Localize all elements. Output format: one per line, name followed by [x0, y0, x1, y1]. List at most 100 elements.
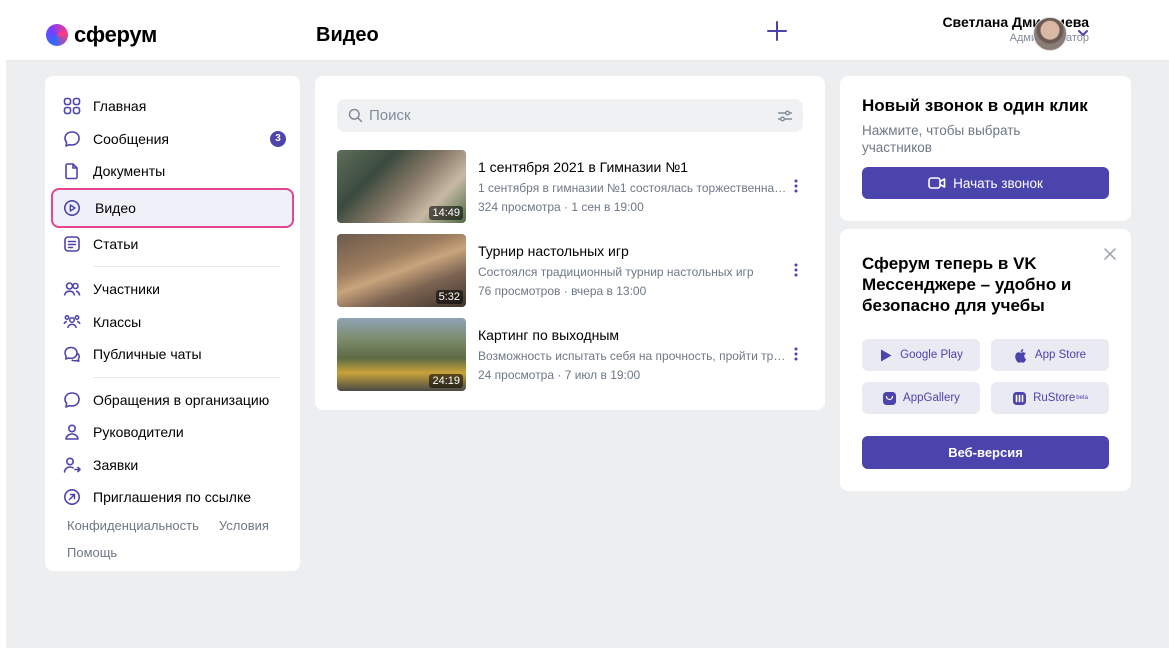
app-gallery-button[interactable]: AppGallery [862, 382, 980, 414]
sidebar-item-label: Главная [93, 98, 147, 115]
sidebar-item-label: Участники [93, 281, 160, 298]
arrow-circle-icon [64, 489, 80, 505]
sidebar-item-public-chats[interactable]: Публичные чаты [45, 338, 300, 371]
sidebar-item-video[interactable]: Видео [51, 187, 294, 228]
unread-badge: 3 [270, 130, 286, 147]
app-window: сферум Видео Светлана Дмитриева Админист… [6, 6, 1169, 648]
sidebar-item-label: Публичные чаты [93, 346, 202, 363]
sidebar-item-label: Видео [95, 199, 136, 216]
video-description: 1 сентября в гимназии №1 состоялась торж… [478, 181, 788, 195]
document-icon [65, 163, 78, 180]
sidebar-item-articles[interactable]: Статьи [45, 228, 300, 261]
sidebar-item-documents[interactable]: Документы [45, 155, 300, 188]
video-item[interactable]: 14:49 1 сентября 2021 в Гимназии №1 1 се… [337, 150, 803, 223]
avatar[interactable] [1033, 17, 1067, 51]
users-icon [63, 282, 81, 296]
web-version-button[interactable]: Веб-версия [862, 436, 1109, 469]
google-play-label: Google Play [900, 349, 963, 361]
app-store-button[interactable]: App Store [991, 339, 1109, 371]
sidebar-item-messages[interactable]: Сообщения 3 [45, 123, 300, 156]
article-icon [64, 235, 80, 252]
call-card-subtitle: Нажмите, чтобы выбрать участников [862, 123, 1021, 155]
more-vertical-icon[interactable] [793, 262, 799, 278]
app-gallery-label: AppGallery [903, 392, 960, 404]
search-icon [348, 108, 363, 123]
video-title[interactable]: Турнир настольных игр [478, 243, 629, 259]
grid-icon [63, 97, 81, 115]
new-call-card: Новый звонок в один клик Нажмите, чтобы … [840, 76, 1131, 221]
sidebar-item-label: Приглашения по ссылке [93, 489, 252, 506]
web-version-label: Веб-версия [948, 445, 1023, 460]
user-info[interactable]: Светлана Дмитриева Администратор [942, 14, 1089, 44]
video-camera-icon [928, 177, 946, 189]
video-thumbnail[interactable]: 14:49 [337, 150, 466, 223]
video-description: Возможность испытать себя на прочность, … [478, 349, 788, 363]
filter-icon[interactable] [777, 108, 793, 124]
help-link[interactable]: Помощь [67, 545, 117, 560]
sidebar-item-label: Документы [93, 163, 166, 180]
promo-title: Сферум теперь в VK Мессенджере – удобно … [862, 254, 1072, 315]
chevron-down-icon[interactable] [1076, 26, 1090, 40]
search-input[interactable] [369, 99, 769, 132]
app-gallery-icon [883, 391, 897, 405]
sidebar-item-invites[interactable]: Приглашения по ссылке [45, 481, 300, 514]
video-item[interactable]: 5:32 Турнир настольных игр Состоялся тра… [337, 234, 803, 307]
more-vertical-icon[interactable] [793, 178, 799, 194]
page-title: Видео [316, 24, 379, 46]
start-call-label: Начать звонок [953, 175, 1043, 191]
chats-icon [64, 346, 80, 363]
rustore-button[interactable]: RuStore beta [991, 382, 1109, 414]
sidebar-footer: Конфиденциальность Условия Помощь [67, 512, 287, 566]
video-duration: 14:49 [429, 206, 463, 220]
sidebar-item-label: Сообщения [93, 130, 169, 147]
logo[interactable]: сферум [46, 22, 157, 48]
sidebar-item-classes[interactable]: Классы [45, 306, 300, 339]
logo-text: сферум [74, 22, 157, 47]
more-vertical-icon[interactable] [793, 346, 799, 362]
divider [93, 266, 280, 267]
video-title[interactable]: Картинг по выходным [478, 327, 619, 343]
sidebar-item-applications[interactable]: Заявки [45, 449, 300, 482]
user-arrow-icon [63, 456, 81, 473]
video-item[interactable]: 24:19 Картинг по выходным Возможность ис… [337, 318, 803, 391]
sidebar-item-managers[interactable]: Руководители [45, 416, 300, 449]
video-duration: 5:32 [435, 290, 463, 304]
top-bar: сферум Видео Светлана Дмитриева Админист… [6, 6, 1169, 61]
sidebar-item-label: Руководители [93, 424, 184, 441]
sidebar-item-label: Классы [93, 313, 142, 330]
divider [93, 376, 280, 378]
rustore-icon [1013, 391, 1027, 405]
app-store-label: App Store [1034, 349, 1087, 361]
sferum-logo-icon [46, 24, 68, 46]
video-meta: 76 просмотров · вчера в 13:00 [478, 284, 647, 298]
sidebar-item-label: Заявки [93, 456, 139, 473]
user-icon [65, 424, 79, 440]
user-name: Светлана Дмитриева [942, 14, 1089, 30]
video-meta: 324 просмотра · 1 сен в 19:00 [478, 200, 644, 214]
search-bar [337, 99, 803, 132]
sidebar-item-members[interactable]: Участники [45, 273, 300, 306]
plus-icon[interactable] [764, 18, 790, 44]
sidebar-item-requests-org[interactable]: Обращения в организацию [45, 384, 300, 417]
message-icon [64, 130, 80, 147]
video-description: Состоялся традиционный турнир настольных… [478, 265, 754, 279]
play-circle-icon [64, 199, 80, 216]
video-thumbnail[interactable]: 24:19 [337, 318, 466, 391]
video-thumbnail[interactable]: 5:32 [337, 234, 466, 307]
apple-icon [1015, 348, 1027, 363]
promo-card: Сферум теперь в VK Мессенджере – удобно … [840, 229, 1131, 491]
sidebar-item-label: Обращения в организацию [93, 391, 270, 408]
privacy-link[interactable]: Конфиденциальность [67, 518, 199, 533]
google-play-button[interactable]: Google Play [862, 339, 980, 371]
close-icon[interactable] [1103, 247, 1117, 261]
terms-link[interactable]: Условия [219, 518, 269, 533]
video-title[interactable]: 1 сентября 2021 в Гимназии №1 [478, 159, 688, 175]
sidebar-item-label: Статьи [93, 235, 139, 252]
start-call-button[interactable]: Начать звонок [862, 167, 1109, 199]
rustore-beta-tag: beta [1076, 395, 1088, 401]
video-duration: 24:19 [429, 374, 463, 388]
sidebar-item-home[interactable]: Главная [45, 90, 300, 123]
video-list-panel: 14:49 1 сентября 2021 в Гимназии №1 1 се… [315, 76, 825, 410]
rustore-label: RuStore [1033, 392, 1076, 404]
sidebar: Главная Сообщения 3 Документы Видео Стат… [45, 76, 300, 571]
